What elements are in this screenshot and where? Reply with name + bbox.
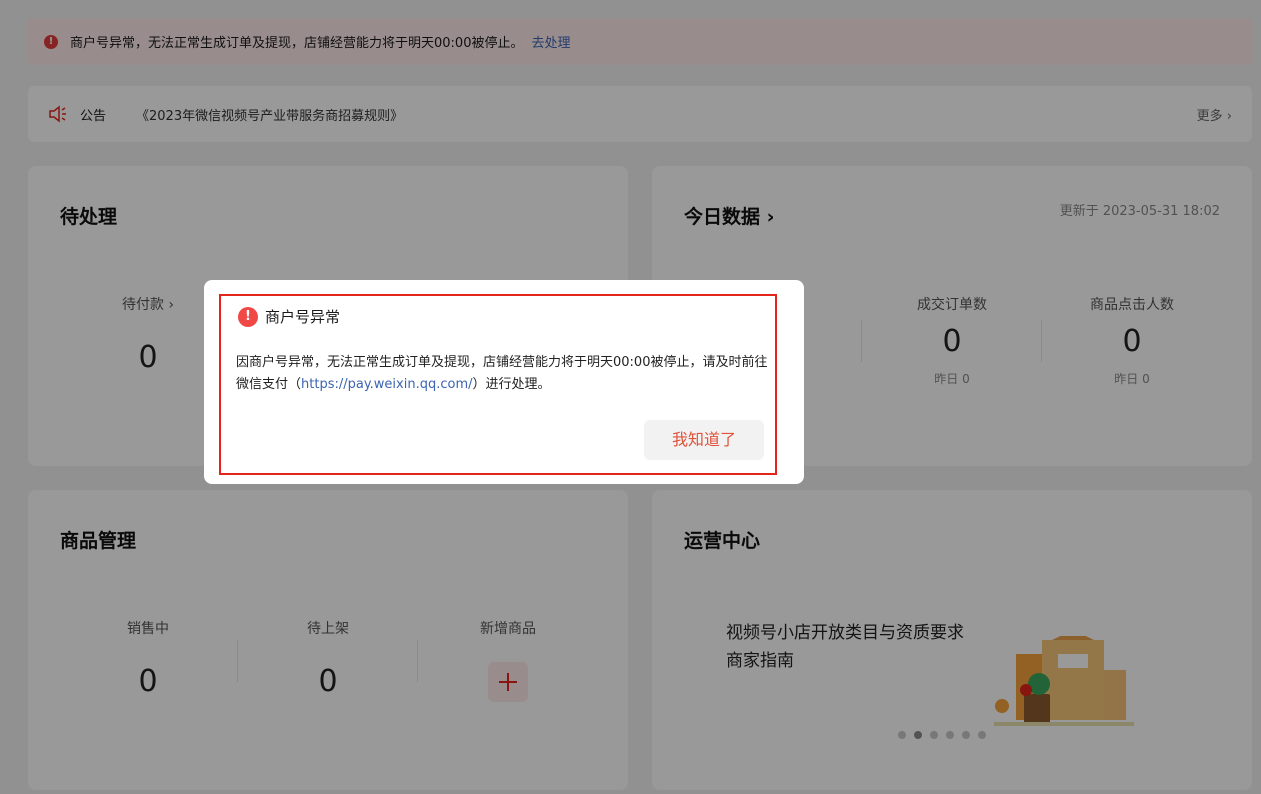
wechat-pay-link[interactable]: https://pay.weixin.qq.com/: [301, 377, 473, 392]
exception-dialog: ! 商户号异常 因商户号异常，无法正常生成订单及提现，店铺经营能力将于明天00:…: [204, 280, 804, 484]
confirm-button[interactable]: 我知道了: [644, 420, 764, 460]
dialog-title: 商户号异常: [265, 308, 341, 326]
error-icon: !: [238, 306, 258, 327]
dialog-header: ! 商户号异常: [238, 306, 340, 327]
dialog-text: ）进行处理。: [472, 377, 551, 392]
dialog-message: 因商户号异常，无法正常生成订单及提现，店铺经营能力将于明天00:00被停止，请及…: [236, 352, 771, 396]
